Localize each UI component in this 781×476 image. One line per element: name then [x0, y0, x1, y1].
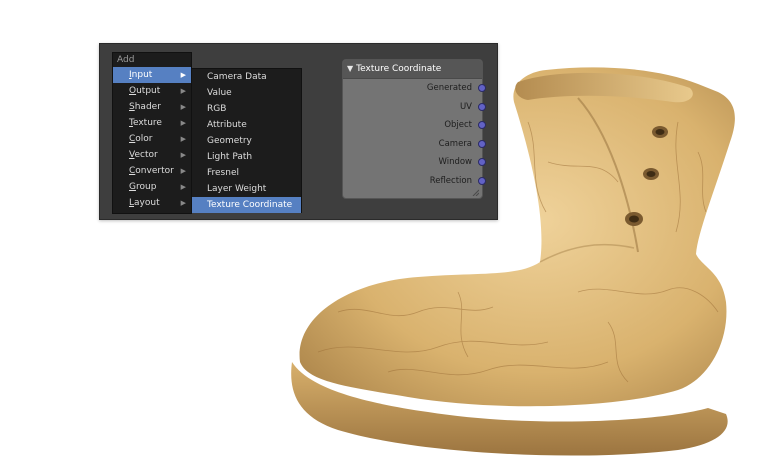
menu-item-color[interactable]: Color ▶ [113, 131, 191, 147]
submenu-arrow-icon: ▶ [180, 199, 186, 207]
submenu-arrow-icon: ▶ [180, 167, 186, 175]
menu-item-layout[interactable]: Layout ▶ [113, 195, 191, 211]
menu-item-texture[interactable]: Texture ▶ [113, 115, 191, 131]
menu-item-shader[interactable]: Shader ▶ [113, 99, 191, 115]
menu-item-convertor[interactable]: Convertor ▶ [113, 163, 191, 179]
menu-item-output[interactable]: Output ▶ [113, 83, 191, 99]
submenu-arrow-icon: ▶ [180, 151, 186, 159]
add-menu-title: Add [117, 55, 135, 65]
submenu-arrow-icon: ▶ [180, 183, 186, 191]
rendered-boot-model [291, 67, 735, 456]
add-menu: Add Input ▶ Output ▶ Shader ▶ Texture ▶ Colo… [112, 52, 192, 214]
boot-upper [299, 67, 735, 407]
submenu-arrow-icon: ▶ [180, 135, 186, 143]
menu-item-group[interactable]: Group ▶ [113, 179, 191, 195]
menu-item-input[interactable]: Input ▶ [113, 67, 191, 83]
submenu-arrow-icon: ▶ [180, 71, 186, 79]
submenu-arrow-icon: ▶ [180, 87, 186, 95]
submenu-arrow-icon: ▶ [180, 103, 186, 111]
submenu-arrow-icon: ▶ [180, 119, 186, 127]
menu-item-vector[interactable]: Vector ▶ [113, 147, 191, 163]
